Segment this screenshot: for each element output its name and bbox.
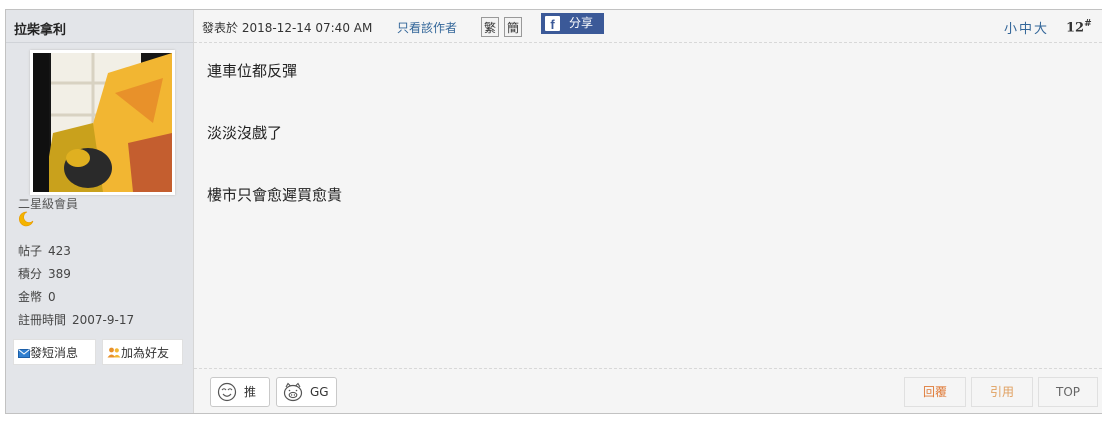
like-button[interactable]: 推 — [210, 377, 270, 407]
font-size-switcher[interactable]: 小中大 — [1004, 18, 1049, 37]
author-sidebar: 拉柴拿利 二星級會員 帖子 423 積分 389 金幣 0 註冊時間 2007-… — [6, 10, 193, 413]
post-footer: 推 GG 回覆 引用 TOP — [194, 368, 1102, 414]
moon-icon — [18, 211, 34, 231]
post-content: 連車位都反彈 淡淡沒戲了 樓市只會愈遲買愈貴 — [207, 61, 342, 247]
like-label: 推 — [244, 385, 257, 399]
traditional-button[interactable]: 繁 — [481, 17, 499, 37]
reply-button[interactable]: 回覆 — [904, 377, 966, 407]
facebook-share-button[interactable]: f 分享 — [541, 13, 604, 34]
share-label: 分享 — [569, 16, 594, 30]
stat-label: 積分 — [18, 267, 43, 281]
floor-number: 12# — [1066, 19, 1092, 35]
post-header: 發表於 2018-12-14 07:40 AM 只看該作者 繁 簡 f 分享 小… — [194, 10, 1102, 43]
send-message-label: 發短消息 — [30, 346, 79, 360]
author-stats: 帖子 423 積分 389 金幣 0 註冊時間 2007-9-17 — [18, 240, 134, 332]
author-name-row: 拉柴拿利 — [6, 10, 193, 43]
simplified-button[interactable]: 簡 — [504, 17, 522, 37]
floor-value: 12 — [1066, 20, 1085, 36]
post-line: 樓市只會愈遲買愈貴 — [207, 186, 343, 204]
friends-icon — [107, 347, 121, 358]
stat-value: 423 — [48, 244, 71, 258]
stat-coins: 金幣 0 — [18, 286, 134, 309]
send-message-button[interactable]: 發短消息 — [13, 339, 96, 365]
author-name[interactable]: 拉柴拿利 — [14, 19, 66, 38]
rank-title: 二星級會員 — [18, 197, 79, 211]
stat-label: 金幣 — [18, 290, 43, 304]
envelope-icon — [18, 349, 30, 358]
facebook-icon: f — [545, 16, 560, 32]
quote-button[interactable]: 引用 — [971, 377, 1033, 407]
post-line: 連車位都反彈 — [207, 62, 298, 80]
stat-registered: 註冊時間 2007-9-17 — [18, 309, 134, 332]
floor-mark: # — [1084, 19, 1092, 29]
stat-value: 0 — [48, 290, 56, 304]
post-container: 拉柴拿利 二星級會員 帖子 423 積分 389 金幣 0 註冊時間 2007-… — [5, 9, 1102, 414]
post-main: 發表於 2018-12-14 07:40 AM 只看該作者 繁 簡 f 分享 小… — [193, 10, 1102, 413]
gg-button[interactable]: GG — [276, 377, 337, 407]
avatar-image — [33, 53, 172, 192]
post-line: 淡淡沒戲了 — [207, 124, 283, 142]
gg-label: GG — [310, 385, 329, 399]
avatar[interactable] — [30, 50, 175, 195]
add-friend-label: 加為好友 — [121, 346, 170, 360]
pig-face-icon — [283, 382, 303, 402]
top-button[interactable]: TOP — [1038, 377, 1098, 407]
stat-label: 註冊時間 — [18, 313, 67, 327]
smile-face-icon — [217, 382, 237, 402]
only-author-link[interactable]: 只看該作者 — [397, 19, 457, 36]
add-friend-button[interactable]: 加為好友 — [102, 339, 183, 365]
stat-points: 積分 389 — [18, 263, 134, 286]
stat-posts: 帖子 423 — [18, 240, 134, 263]
stat-value: 2007-9-17 — [72, 313, 135, 327]
stat-value: 389 — [48, 267, 71, 281]
stat-label: 帖子 — [18, 244, 43, 258]
post-time: 發表於 2018-12-14 07:40 AM — [202, 21, 373, 35]
